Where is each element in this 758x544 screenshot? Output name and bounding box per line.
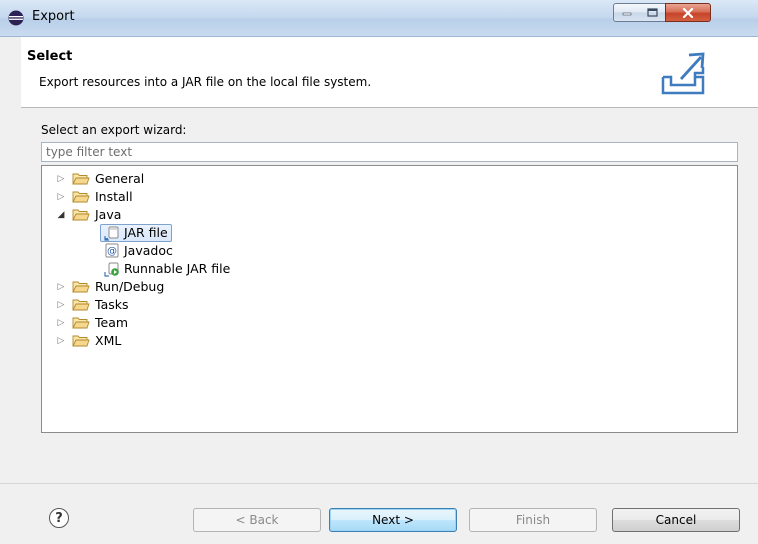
tree-item-label: Team	[95, 315, 129, 330]
expand-arrow-icon[interactable]: ▷	[56, 282, 66, 292]
expand-arrow-icon[interactable]: ▷	[56, 318, 66, 328]
tree-item-label: Javadoc	[124, 243, 173, 258]
wizard-body: Select an export wizard: ▷ General ▷ Ins	[21, 108, 758, 483]
tree-item-javadoc[interactable]: @ Javadoc	[104, 242, 173, 259]
folder-icon	[72, 335, 90, 346]
tree-item-general[interactable]: ▷ General	[56, 170, 145, 187]
maximize-button[interactable]	[639, 3, 666, 22]
folder-icon	[72, 191, 90, 202]
tree-item-label: JAR file	[124, 225, 168, 240]
close-icon	[682, 7, 694, 18]
tree-item-label: Runnable JAR file	[124, 261, 231, 276]
tree-item-label: General	[95, 171, 145, 186]
expand-arrow-icon[interactable]: ▷	[56, 174, 66, 184]
tree-item-xml[interactable]: ▷ XML	[56, 332, 122, 349]
left-margin	[0, 37, 21, 544]
tree-item-label: Java	[95, 207, 122, 222]
export-wizard-icon	[661, 52, 705, 95]
filter-input[interactable]	[41, 142, 738, 162]
svg-text:@: @	[107, 246, 117, 257]
tree-item-label: Install	[95, 189, 133, 204]
jar-file-icon	[104, 226, 119, 241]
tree-item-run-debug[interactable]: ▷ Run/Debug	[56, 278, 165, 295]
folder-icon	[72, 317, 90, 328]
javadoc-icon: @	[105, 243, 119, 257]
folder-icon	[72, 281, 90, 292]
back-button[interactable]: < Back	[193, 508, 321, 532]
collapse-arrow-icon[interactable]: ◢	[56, 210, 66, 220]
page-description: Export resources into a JAR file on the …	[39, 75, 372, 89]
expand-arrow-icon[interactable]: ▷	[56, 300, 66, 310]
help-icon[interactable]: ?	[49, 508, 69, 528]
folder-open-icon	[72, 209, 90, 220]
tree-item-java[interactable]: ◢ Java	[56, 206, 122, 223]
tree-item-team[interactable]: ▷ Team	[56, 314, 129, 331]
folder-icon	[72, 299, 90, 310]
select-wizard-label: Select an export wizard:	[41, 123, 187, 137]
tree-item-install[interactable]: ▷ Install	[56, 188, 133, 205]
wizard-header: Select Export resources into a JAR file …	[21, 37, 758, 108]
tree-item-label: Run/Debug	[95, 279, 165, 294]
close-button[interactable]	[665, 3, 711, 22]
wizard-tree[interactable]: ▷ General ▷ Install ◢ Java JAR file @ Ja…	[41, 165, 738, 433]
runnable-jar-icon	[104, 262, 119, 277]
folder-icon	[72, 173, 90, 184]
eclipse-app-icon	[8, 10, 24, 26]
finish-button[interactable]: Finish	[469, 508, 597, 532]
minimize-button[interactable]	[613, 3, 640, 22]
expand-arrow-icon[interactable]: ▷	[56, 192, 66, 202]
tree-item-tasks[interactable]: ▷ Tasks	[56, 296, 129, 313]
next-button[interactable]: Next >	[329, 508, 457, 532]
minimize-icon	[622, 12, 631, 15]
export-dialog: Export Select Export resources into a JA…	[0, 0, 758, 544]
page-title: Select	[27, 49, 73, 64]
cancel-button[interactable]: Cancel	[612, 508, 740, 532]
tree-item-label: Tasks	[95, 297, 129, 312]
tree-item-jar-file[interactable]: JAR file	[100, 223, 172, 242]
button-bar-divider	[0, 483, 758, 484]
maximize-icon	[646, 8, 658, 17]
expand-arrow-icon[interactable]: ▷	[56, 336, 66, 346]
tree-item-runnable-jar[interactable]: Runnable JAR file	[104, 260, 230, 277]
selection-highlight[interactable]: JAR file	[100, 223, 172, 242]
tree-item-label: XML	[95, 333, 122, 348]
window-title: Export	[32, 9, 75, 24]
title-bar[interactable]: Export	[0, 0, 758, 37]
